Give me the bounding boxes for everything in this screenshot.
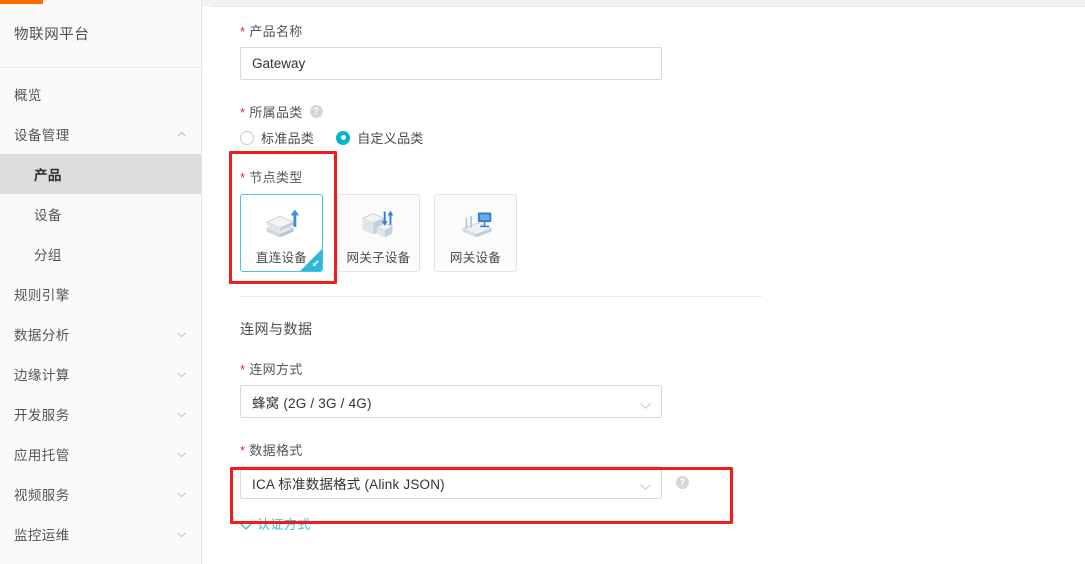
chevron-down-icon (176, 489, 187, 500)
chevron-down-icon (176, 369, 187, 380)
section-divider (240, 296, 762, 297)
sidebar-item-label: 监控运维 (14, 528, 70, 543)
node-card-label: 网关子设备 (346, 251, 411, 265)
category-label-row: * 所属品类 ? (240, 102, 1085, 121)
sidebar-item-monitoring-ops[interactable]: 监控运维 (0, 514, 201, 554)
network-mode-label: 连网方式 (249, 362, 303, 377)
sidebar-item-overview[interactable]: 概览 (0, 74, 201, 114)
node-card-gateway-sub-device[interactable]: 网关子设备 (337, 194, 420, 272)
node-card-label: 网关设备 (449, 251, 502, 265)
sidebar-item-label: 规则引擎 (14, 288, 70, 303)
radio-standard-category[interactable]: 标准品类 (240, 128, 314, 147)
app-root: 物联网平台 概览 设备管理 产品 设备 分组 规则引擎 数据分析 边缘计算 开发… (0, 0, 1085, 564)
node-type-label: 节点类型 (249, 170, 303, 185)
sidebar-item-groups[interactable]: 分组 (0, 234, 201, 274)
data-format-select-wrap: ICA 标准数据格式 (Alink JSON) (240, 466, 662, 499)
sidebar-item-label: 设备管理 (14, 128, 70, 143)
sidebar-item-edge-computing[interactable]: 边缘计算 (0, 354, 201, 394)
radio-indicator (240, 130, 254, 145)
node-type-label-row: * 节点类型 (240, 167, 1085, 186)
chevron-down-icon (176, 409, 187, 420)
radio-label: 自定义品类 (357, 131, 424, 146)
radio-custom-category[interactable]: 自定义品类 (336, 128, 424, 147)
sidebar-brand-label: 物联网平台 (14, 27, 90, 43)
node-card-direct-device[interactable]: 直连设备 ✔ (240, 194, 323, 272)
required-marker: * (240, 105, 246, 120)
sidebar-item-device-management[interactable]: 设备管理 (0, 114, 201, 154)
product-name-label: 产品名称 (249, 24, 303, 39)
chevron-up-icon (176, 129, 187, 140)
sidebar-item-devices[interactable]: 设备 (0, 194, 201, 234)
direct-device-icon (261, 205, 303, 243)
sidebar-nav: 概览 设备管理 产品 设备 分组 规则引擎 数据分析 边缘计算 开发服务 应用托… (0, 68, 201, 554)
sidebar-item-rule-engine[interactable]: 规则引擎 (0, 274, 201, 314)
sidebar-item-app-hosting[interactable]: 应用托管 (0, 434, 201, 474)
chevron-down-icon (176, 529, 187, 540)
gateway-sub-device-icon (358, 205, 400, 243)
sidebar-item-dev-services[interactable]: 开发服务 (0, 394, 201, 434)
main-content: * 产品名称 * 所属品类 ? 标准品类 (202, 7, 1085, 564)
gateway-device-icon (455, 205, 497, 243)
data-format-label-row: * 数据格式 (240, 440, 1085, 459)
sidebar-item-label: 边缘计算 (14, 368, 70, 383)
field-network-mode: * 连网方式 蜂窝 (2G / 3G / 4G) (240, 359, 1085, 418)
network-mode-label-row: * 连网方式 (240, 359, 1085, 378)
sidebar-item-label: 产品 (34, 168, 62, 183)
category-radio-group: 标准品类 自定义品类 (240, 128, 1085, 147)
sidebar-item-label: 分组 (34, 248, 62, 263)
network-mode-select[interactable]: 蜂窝 (2G / 3G / 4G) (240, 385, 662, 418)
data-format-row: ICA 标准数据格式 (Alink JSON) ? (240, 466, 1085, 499)
sidebar: 物联网平台 概览 设备管理 产品 设备 分组 规则引擎 数据分析 边缘计算 开发… (0, 0, 202, 564)
question-icon[interactable]: ? (309, 105, 323, 118)
network-section-title: 连网与数据 (240, 321, 313, 337)
node-type-card-group: 直连设备 ✔ 网关子设备 网关设备 (240, 194, 1085, 272)
sidebar-item-label: 应用托管 (14, 448, 70, 463)
required-marker: * (240, 24, 246, 39)
sidebar-brand[interactable]: 物联网平台 (0, 0, 201, 68)
top-accent-bar (0, 0, 43, 4)
network-mode-select-wrap: 蜂窝 (2G / 3G / 4G) (240, 385, 662, 418)
sidebar-item-label: 数据分析 (14, 328, 70, 343)
top-strip-divider (210, 6, 1085, 7)
data-format-select[interactable]: ICA 标准数据格式 (Alink JSON) (240, 466, 662, 499)
sidebar-item-data-analysis[interactable]: 数据分析 (0, 314, 201, 354)
field-product-name: * 产品名称 (240, 21, 1085, 80)
product-name-input[interactable] (240, 47, 662, 80)
sidebar-item-products[interactable]: 产品 (0, 154, 201, 194)
data-format-label: 数据格式 (249, 443, 303, 458)
sidebar-item-label: 设备 (34, 208, 62, 223)
required-marker: * (240, 443, 246, 458)
sidebar-item-label: 视频服务 (14, 488, 70, 503)
question-icon[interactable]: ? (676, 476, 689, 489)
field-data-format: * 数据格式 ICA 标准数据格式 (Alink JSON) ? (240, 440, 1085, 499)
auth-method-label: 认证方式 (257, 517, 311, 532)
sidebar-item-video-services[interactable]: 视频服务 (0, 474, 201, 514)
chevron-down-icon (240, 519, 252, 530)
product-name-label-row: * 产品名称 (240, 21, 1085, 40)
radio-label: 标准品类 (261, 131, 315, 146)
field-node-type: * 节点类型 直连设备 ✔ 网关子设备 网关设备 (240, 167, 1085, 272)
auth-method-toggle[interactable]: 认证方式 (240, 514, 311, 533)
radio-indicator (336, 130, 351, 145)
check-icon: ✔ (311, 259, 320, 270)
chevron-down-icon (176, 449, 187, 460)
chevron-down-icon (176, 329, 187, 340)
field-category: * 所属品类 ? 标准品类 自定义品类 (240, 102, 1085, 147)
node-card-gateway-device[interactable]: 网关设备 (434, 194, 517, 272)
required-marker: * (240, 362, 246, 377)
sidebar-item-label: 概览 (14, 88, 42, 103)
category-label: 所属品类 (249, 105, 303, 120)
product-form: * 产品名称 * 所属品类 ? 标准品类 (202, 7, 1085, 536)
sidebar-item-label: 开发服务 (14, 408, 70, 423)
required-marker: * (240, 170, 246, 185)
